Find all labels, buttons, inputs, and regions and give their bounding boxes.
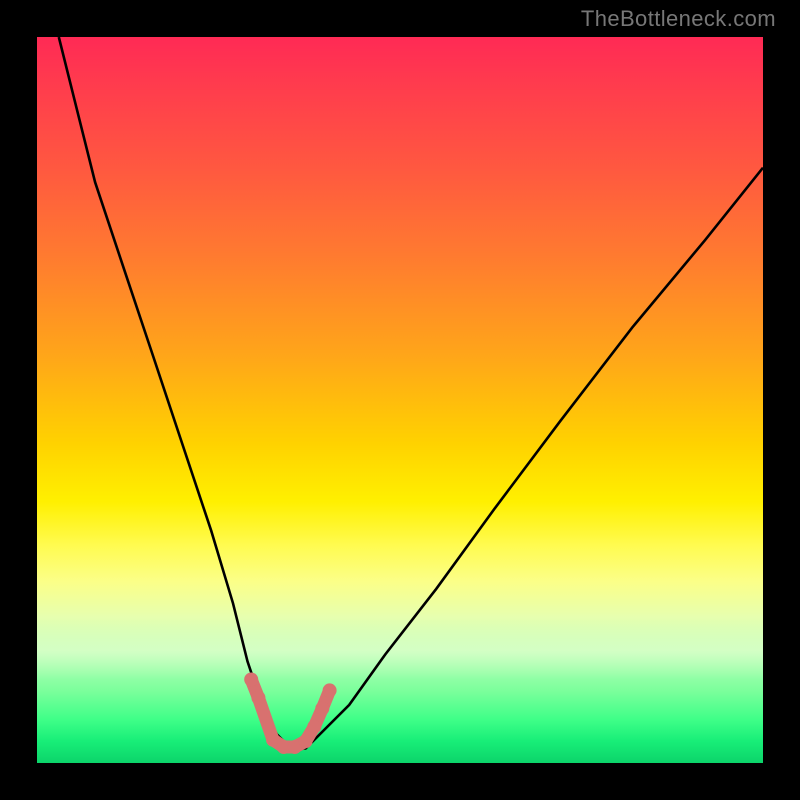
marker-dot <box>323 683 337 697</box>
bottom-markers-group <box>244 673 336 755</box>
pale-band <box>37 621 763 679</box>
watermark-text: TheBottleneck.com <box>581 6 776 32</box>
plot-area <box>37 37 763 763</box>
marker-dot <box>266 733 280 747</box>
marker-connector <box>251 680 329 748</box>
marker-dot <box>251 691 265 705</box>
marker-dot <box>299 734 313 748</box>
chart-frame: TheBottleneck.com <box>0 0 800 800</box>
marker-dot <box>307 720 321 734</box>
marker-dot <box>288 740 302 754</box>
marker-dot <box>315 702 329 716</box>
marker-dot <box>277 740 291 754</box>
